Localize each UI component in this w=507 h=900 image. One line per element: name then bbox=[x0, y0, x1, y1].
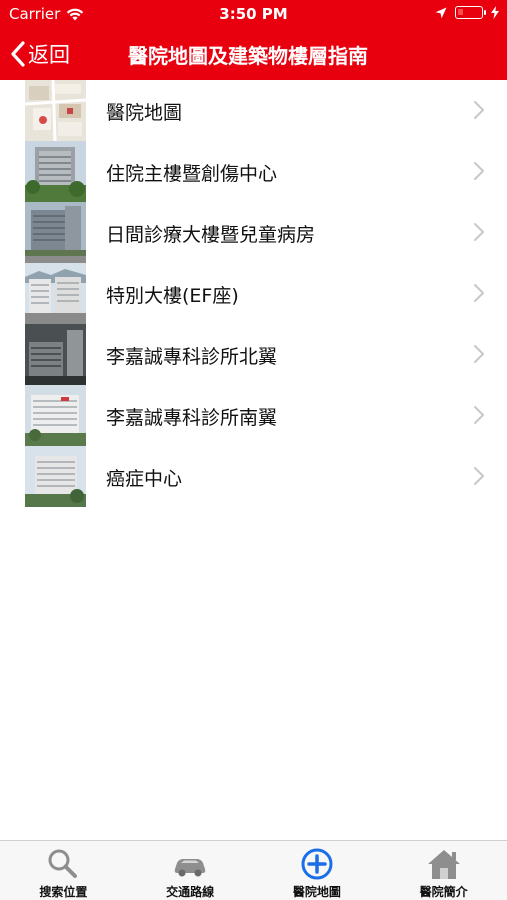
chevron-right-icon bbox=[474, 162, 484, 180]
battery-icon bbox=[455, 6, 486, 19]
chevron-right-icon bbox=[474, 467, 484, 485]
building-thumbnail bbox=[25, 385, 86, 446]
home-icon bbox=[427, 850, 460, 879]
building-thumbnail bbox=[25, 446, 86, 507]
tab-label: 搜索位置 bbox=[39, 885, 88, 899]
tab-hospital-intro[interactable]: 醫院簡介 bbox=[380, 841, 507, 900]
tab-search-location[interactable]: 搜索位置 bbox=[0, 841, 127, 900]
list-item-label: 醫院地圖 bbox=[106, 102, 183, 124]
status-right bbox=[435, 6, 499, 19]
chevron-left-icon bbox=[11, 41, 25, 67]
header: Carrier 3:50 PM 返回 醫院地圖及建築物樓層指南 bbox=[0, 0, 507, 80]
building-thumbnail bbox=[25, 141, 86, 202]
list-item-label: 李嘉誠專科診所北翼 bbox=[106, 346, 278, 368]
building-thumbnail bbox=[25, 324, 86, 385]
page-title: 醫院地圖及建築物樓層指南 bbox=[128, 44, 368, 68]
tab-label: 交通路線 bbox=[166, 885, 215, 899]
plus-circle-icon bbox=[301, 848, 333, 880]
navigation-bar: 返回 醫院地圖及建築物樓層指南 bbox=[0, 30, 507, 78]
list-item-specialist-clinic-south[interactable]: 李嘉誠專科診所南翼 bbox=[0, 385, 507, 446]
list-item-label: 日間診療大樓暨兒童病房 bbox=[106, 224, 316, 246]
status-bar: Carrier 3:50 PM bbox=[0, 0, 507, 30]
list-item-cancer-centre[interactable]: 癌症中心 bbox=[0, 446, 507, 507]
status-time: 3:50 PM bbox=[219, 5, 288, 23]
list-item-hospital-map[interactable]: 醫院地圖 bbox=[0, 80, 507, 141]
chevron-right-icon bbox=[474, 101, 484, 119]
tab-transport-routes[interactable]: 交通路線 bbox=[127, 841, 254, 900]
chevron-right-icon bbox=[474, 223, 484, 241]
car-icon bbox=[174, 859, 206, 877]
chevron-right-icon bbox=[474, 345, 484, 363]
back-button[interactable]: 返回 bbox=[10, 38, 70, 70]
search-icon bbox=[48, 849, 78, 878]
chevron-right-icon bbox=[474, 406, 484, 424]
building-thumbnail bbox=[25, 202, 86, 263]
list-item-day-treatment-block[interactable]: 日間診療大樓暨兒童病房 bbox=[0, 202, 507, 263]
back-label: 返回 bbox=[28, 43, 70, 67]
tab-label: 醫院地圖 bbox=[292, 885, 341, 899]
building-thumbnail bbox=[25, 263, 86, 324]
tab-hospital-map[interactable]: 醫院地圖 bbox=[254, 841, 381, 900]
list-item-special-block-ef[interactable]: 特別大樓(EF座) bbox=[0, 263, 507, 324]
list-item-main-inpatient-block[interactable]: 住院主樓暨創傷中心 bbox=[0, 141, 507, 202]
list-item-specialist-clinic-north[interactable]: 李嘉誠專科診所北翼 bbox=[0, 324, 507, 385]
charging-icon bbox=[491, 6, 499, 19]
map-thumbnail bbox=[25, 80, 86, 141]
list-item-label: 特別大樓(EF座) bbox=[106, 285, 239, 307]
building-list: 醫院地圖 住院主樓暨創傷中心 日間診療大樓暨兒童病房 特別大樓(EF座) 李嘉誠… bbox=[0, 80, 507, 507]
list-item-label: 住院主樓暨創傷中心 bbox=[106, 163, 278, 185]
chevron-right-icon bbox=[474, 284, 484, 302]
tab-bar: 搜索位置 交通路線 醫院地圖 醫院簡介 bbox=[0, 840, 507, 900]
tab-label: 醫院簡介 bbox=[419, 885, 468, 899]
list-item-label: 癌症中心 bbox=[106, 468, 183, 490]
list-item-label: 李嘉誠專科診所南翼 bbox=[106, 407, 278, 429]
location-arrow-icon bbox=[435, 7, 447, 18]
